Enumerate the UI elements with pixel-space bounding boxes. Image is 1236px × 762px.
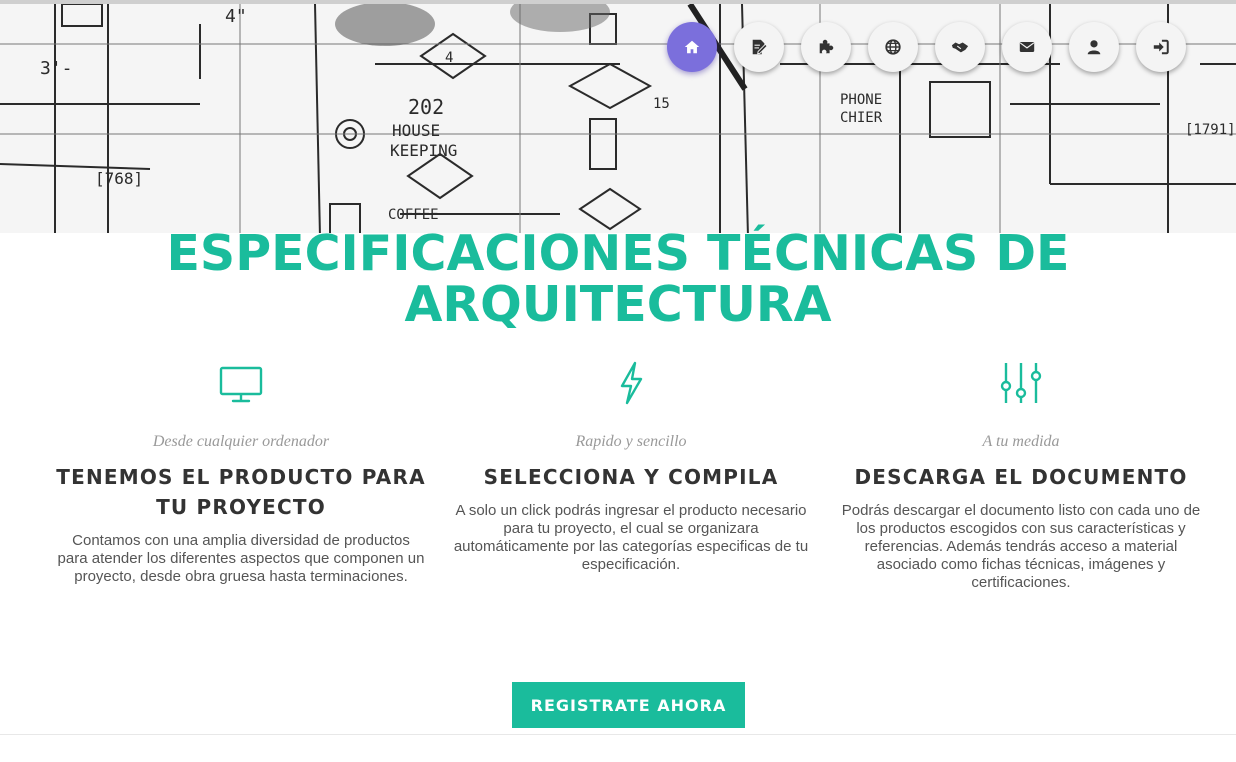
user-icon (1087, 40, 1101, 55)
svg-text:15: 15 (653, 96, 670, 112)
svg-text:KEEPING: KEEPING (390, 141, 457, 160)
sliders-icon (1000, 363, 1042, 403)
feature-description: Podrás descargar el documento listo con … (841, 502, 1201, 591)
feature-heading: TENEMOS EL PRODUCTO PARA TU PROYECTO (56, 462, 426, 522)
svg-text:[1791]: [1791] (1185, 122, 1236, 138)
section-divider (0, 734, 1236, 735)
svg-text:4: 4 (445, 50, 453, 66)
svg-text:CHIER: CHIER (840, 110, 883, 126)
nav-handshake-button[interactable] (935, 22, 985, 72)
feature-heading-line1: DESCARGA EL DOCUMENTO (854, 465, 1188, 489)
svg-text:202: 202 (408, 95, 444, 119)
page-title-line1: ESPECIFICACIONES TÉCNICAS DE (166, 225, 1070, 282)
svg-text:PHONE: PHONE (840, 92, 882, 108)
lightning-icon (620, 361, 643, 405)
feature-heading: SELECCIONA Y COMPILA (446, 462, 816, 492)
svg-text:HOUSE: HOUSE (392, 121, 440, 140)
nav-envelope-button[interactable] (1002, 22, 1052, 72)
feature-heading-line1: SELECCIONA Y COMPILA (483, 465, 779, 489)
feature-heading-line2: TU PROYECTO (156, 495, 326, 519)
svg-text:COFFEE: COFFEE (388, 207, 439, 223)
monitor-icon (219, 366, 263, 403)
feature-subtitle: Desde cualquier ordenador (152, 433, 330, 450)
edit-document-icon (752, 39, 768, 55)
envelope-icon (1019, 42, 1035, 52)
globe-icon (885, 39, 901, 55)
feature-card-select: Rapido y sencillo SELECCIONA Y COMPILA A… (446, 360, 816, 574)
register-now-button[interactable]: REGISTRATE AHORA (512, 682, 745, 728)
nav-home-button[interactable] (667, 22, 717, 72)
feature-description: Contamos con una amplia diversidad de pr… (57, 532, 425, 585)
feature-card-download: A tu medida DESCARGA EL DOCUMENTO Podrás… (836, 360, 1206, 592)
feature-subtitle: A tu medida (982, 433, 1060, 450)
nav-globe-button[interactable] (868, 22, 918, 72)
nav-user-button[interactable] (1069, 22, 1119, 72)
nav-puzzle-button[interactable] (801, 22, 851, 72)
page-title: ESPECIFICACIONES TÉCNICAS DE ARQUITECTUR… (0, 228, 1236, 330)
feature-heading-line1: TENEMOS EL PRODUCTO PARA (56, 465, 426, 489)
feature-subtitle: Rapido y sencillo (575, 433, 687, 450)
page-title-line2: ARQUITECTURA (404, 276, 832, 333)
home-icon (684, 40, 700, 54)
svg-text:3'-: 3'- (40, 58, 73, 79)
nav-sign-in-button[interactable] (1136, 22, 1186, 72)
feature-description: A solo un click podrás ingresar el produ… (453, 502, 809, 573)
svg-text:[768]: [768] (95, 169, 143, 188)
sign-in-icon (1153, 39, 1169, 55)
feature-heading: DESCARGA EL DOCUMENTO (836, 462, 1206, 492)
puzzle-icon (819, 39, 834, 54)
feature-card-product: Desde cualquier ordenador TENEMOS EL PRO… (56, 360, 426, 586)
nav-edit-document-button[interactable] (734, 22, 784, 72)
handshake-icon (951, 42, 969, 53)
main-nav (667, 22, 1186, 72)
svg-text:4": 4" (225, 6, 247, 27)
